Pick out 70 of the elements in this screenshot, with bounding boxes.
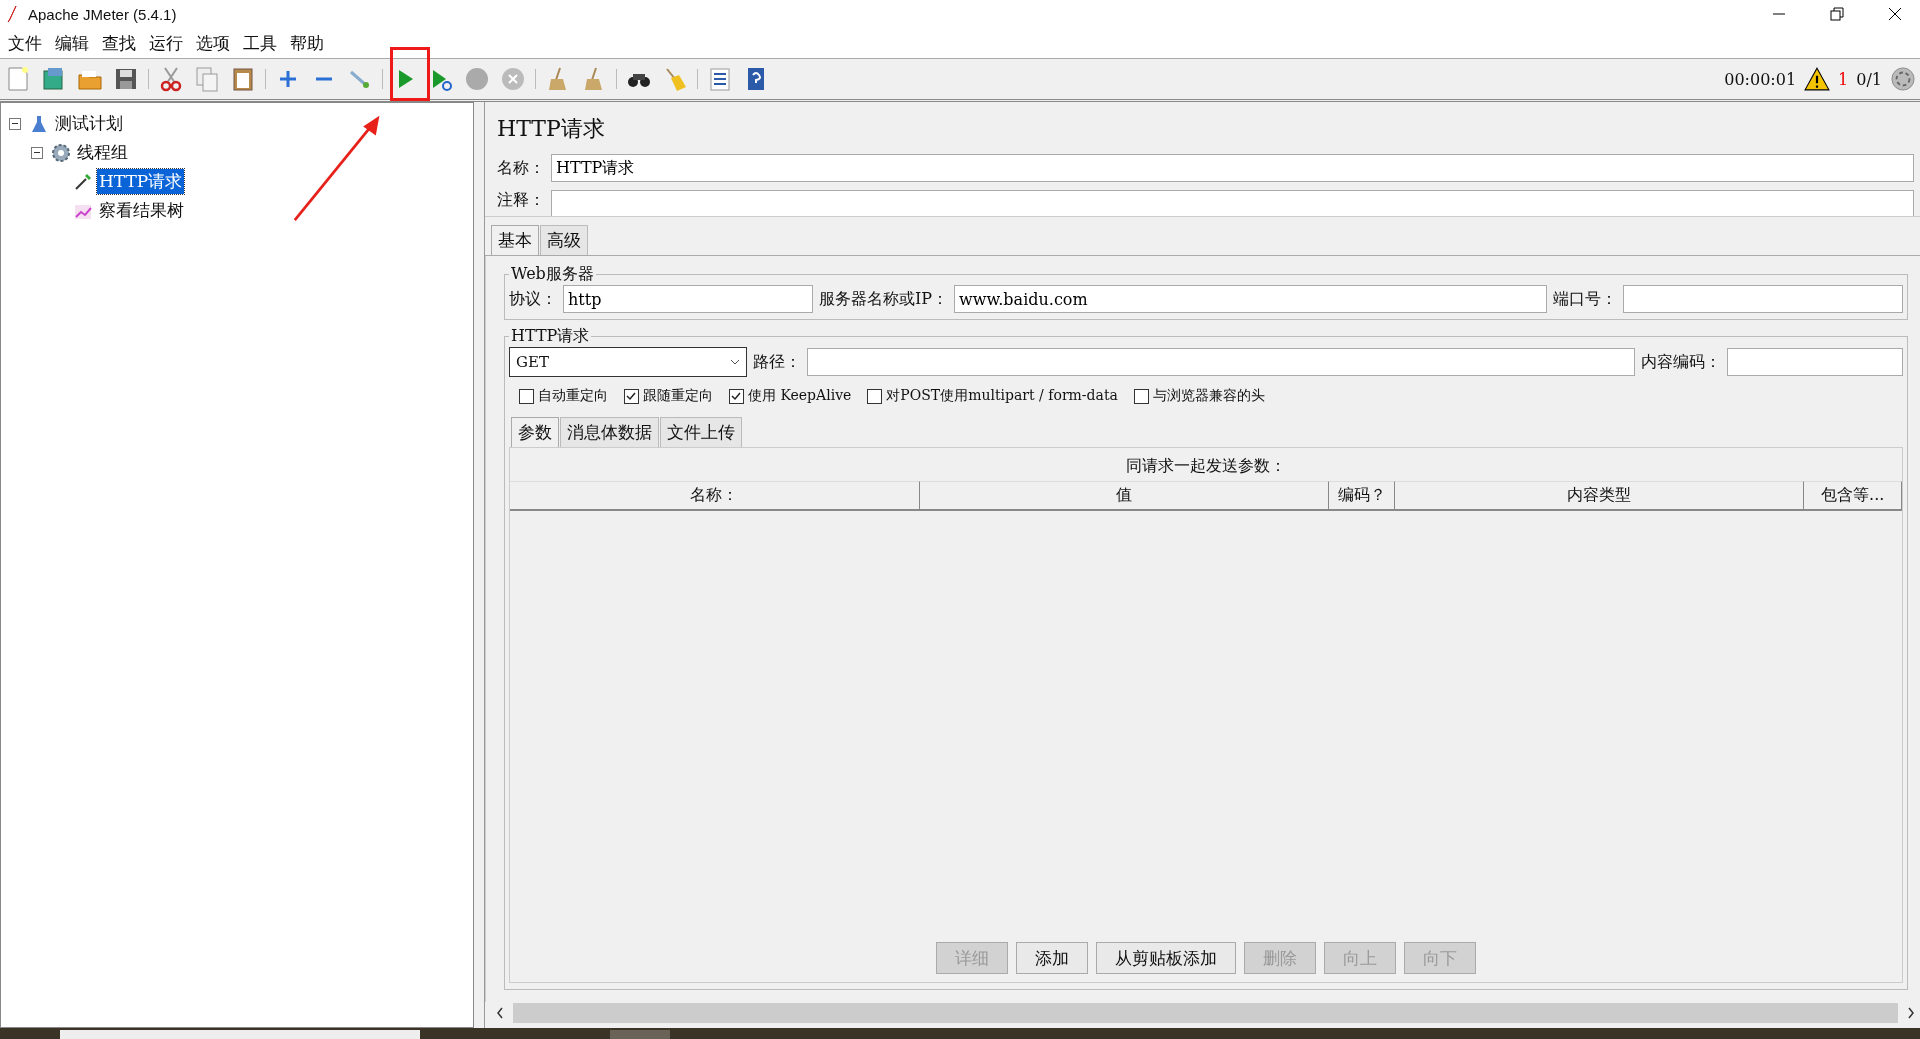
menu-item[interactable]: 选项	[196, 31, 230, 55]
close-icon[interactable]	[1888, 7, 1902, 21]
table-button[interactable]: 从剪贴板添加	[1096, 942, 1236, 974]
status-indicator-icon	[1890, 67, 1916, 91]
tab[interactable]: 基本	[491, 225, 539, 255]
flask-icon	[29, 113, 49, 134]
menu-item[interactable]: 文件	[8, 31, 42, 55]
comment-field[interactable]	[551, 190, 1914, 216]
warning-count: 1	[1838, 69, 1849, 89]
column-header[interactable]: 值	[919, 481, 1330, 509]
collapse-toggle[interactable]	[9, 117, 21, 130]
scroll-left-icon[interactable]	[495, 1006, 505, 1020]
menu-item[interactable]: 帮助	[290, 31, 324, 55]
path-field[interactable]	[807, 348, 1635, 376]
elapsed-time: 00:00:01	[1724, 69, 1797, 89]
field-label: 内容编码：	[1641, 351, 1721, 373]
window-title: Apache JMeter (5.4.1)	[28, 5, 177, 23]
column-header[interactable]: 编码？	[1329, 481, 1395, 509]
column-header[interactable]: 包含等...	[1804, 481, 1902, 509]
checkbox[interactable]	[1133, 388, 1149, 404]
restore-icon[interactable]	[1830, 7, 1844, 21]
tree-item[interactable]: 线程组	[75, 140, 130, 165]
scrollbar[interactable]	[513, 1003, 1898, 1023]
menu-item[interactable]: 编辑	[55, 31, 89, 55]
checkbox[interactable]	[729, 388, 744, 404]
checkbox[interactable]	[867, 388, 883, 404]
checkbox-label: 对POST使用multipart / form-data	[886, 387, 1118, 405]
checkbox[interactable]	[519, 388, 534, 404]
checkbox-label: 与浏览器兼容的头	[1152, 387, 1265, 405]
checkbox-label: 跟随重定向	[643, 387, 713, 405]
field-label: 端口号：	[1553, 288, 1617, 310]
collapse-toggle[interactable]	[31, 146, 43, 159]
field-label: 注释：	[497, 190, 545, 211]
server-field[interactable]: www.baidu.com	[954, 285, 1547, 313]
gear-icon	[51, 142, 71, 163]
field-label: 服务器名称或IP：	[819, 288, 949, 310]
tab[interactable]: 高级	[540, 225, 588, 255]
caret-icon	[730, 359, 740, 365]
tree-item[interactable]: 测试计划	[53, 111, 125, 136]
checkbox-label: 使用 KeepAlive	[748, 387, 852, 405]
checkbox-label: 自动重定向	[538, 387, 608, 405]
tab[interactable]: 文件上传	[660, 417, 742, 447]
tree-item[interactable]: HTTP请求	[97, 169, 185, 194]
column-header[interactable]: 名称：	[510, 481, 920, 509]
table-caption: 同请求一起发送参数：	[1125, 455, 1287, 477]
tree-item[interactable]: 察看结果树	[97, 198, 186, 223]
name-field[interactable]: HTTP请求	[551, 154, 1914, 182]
port-field[interactable]	[1623, 285, 1903, 313]
protocol-field[interactable]: http	[563, 285, 813, 313]
encoding-field[interactable]	[1727, 348, 1903, 376]
table-button[interactable]: 添加	[1016, 942, 1088, 974]
scroll-right-icon[interactable]	[1906, 1006, 1916, 1020]
thread-count: 0/1	[1856, 69, 1882, 89]
tab[interactable]: 消息体数据	[560, 417, 659, 447]
field-label: 协议：	[509, 288, 557, 310]
column-header[interactable]: 内容类型	[1394, 481, 1805, 509]
method-dropdown[interactable]: GET	[509, 347, 747, 377]
panel-title: HTTP请求	[496, 115, 606, 143]
menu-item[interactable]: 工具	[243, 31, 277, 55]
group-title: Web服务器	[510, 264, 595, 285]
group-title: HTTP请求	[510, 326, 591, 347]
menu-item[interactable]: 运行	[149, 31, 183, 55]
field-label: 路径：	[753, 351, 801, 373]
field-label: 名称：	[497, 157, 545, 179]
tab[interactable]: 参数	[511, 417, 559, 447]
menu-item[interactable]: 查找	[102, 31, 136, 55]
highlight-box	[390, 47, 430, 101]
pipette-icon	[73, 171, 93, 192]
warning-icon[interactable]	[1804, 67, 1831, 91]
checkbox[interactable]	[624, 388, 639, 404]
